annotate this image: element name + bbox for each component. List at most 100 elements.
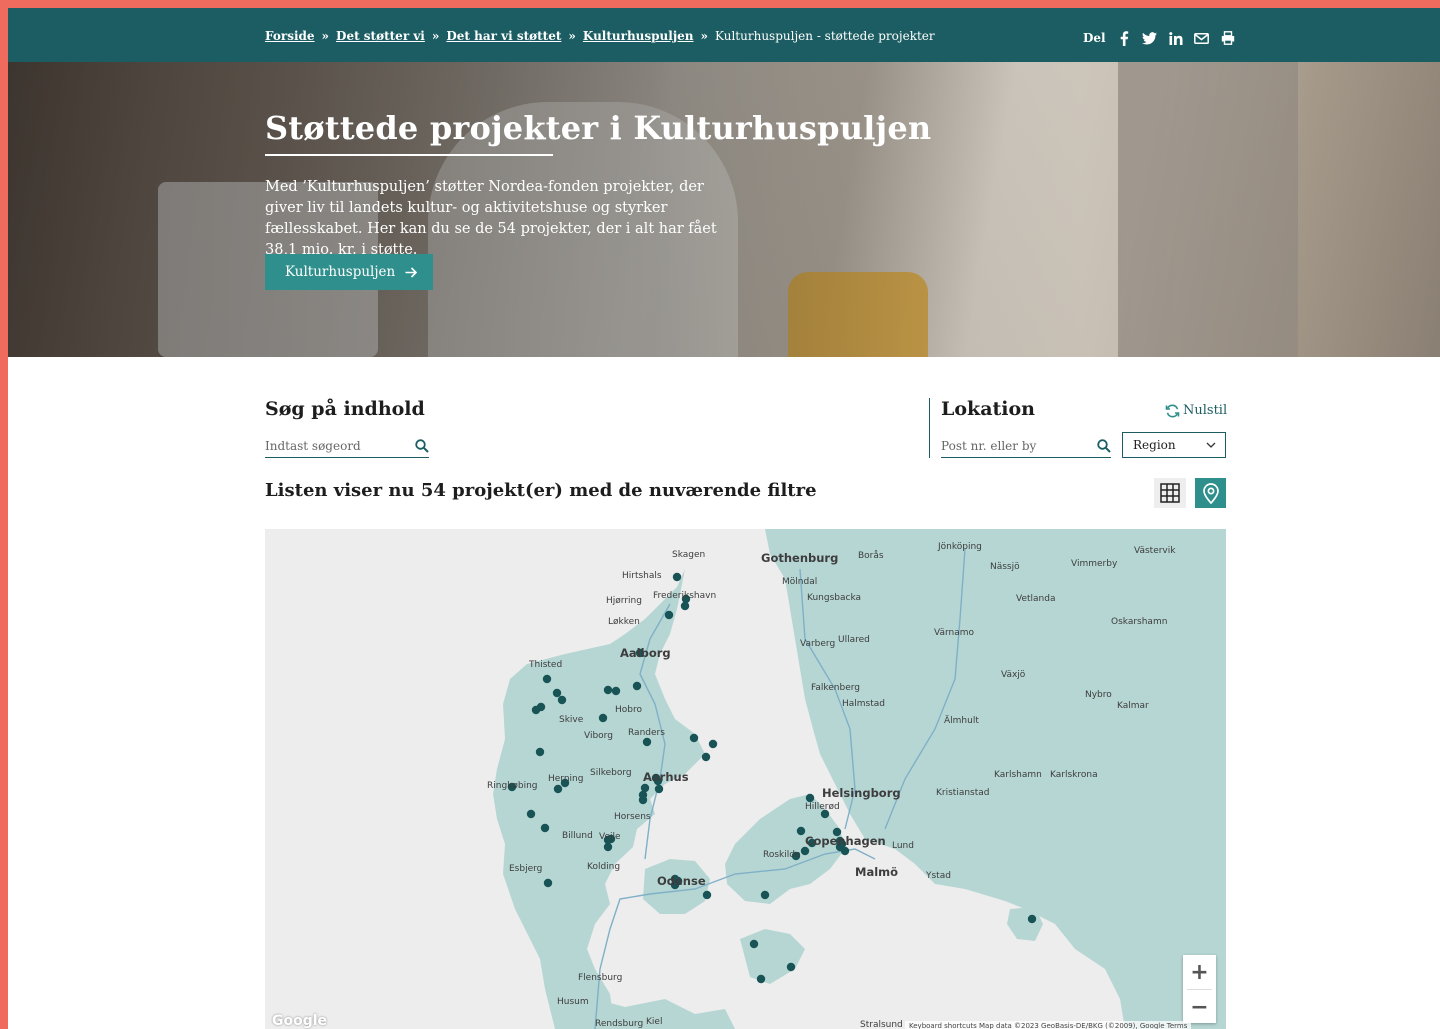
city-label: Esbjerg	[509, 864, 543, 874]
breadcrumb-separator: »	[568, 29, 576, 43]
city-label: Halmstad	[842, 699, 885, 709]
city-label: Aalborg	[620, 646, 671, 660]
title-underline	[265, 154, 553, 156]
grid-icon	[1160, 483, 1180, 503]
city-label: Karlshamn	[994, 770, 1042, 780]
city-label: Stralsund	[860, 1020, 903, 1029]
share-bar: Del	[1083, 30, 1236, 46]
mail-icon[interactable]	[1194, 30, 1210, 46]
breadcrumb: Forside » Det støtter vi » Det har vi st…	[265, 29, 935, 43]
location-input[interactable]	[941, 438, 1071, 453]
chevron-down-icon	[1206, 442, 1216, 448]
city-label: Odense	[657, 874, 706, 888]
city-label: Värnamo	[934, 628, 975, 638]
zoom-in-button[interactable]: +	[1183, 955, 1216, 989]
twitter-icon[interactable]	[1142, 30, 1158, 46]
city-label: Randers	[628, 728, 665, 738]
search-title: Søg på indhold	[265, 398, 425, 420]
region-select-value: Region	[1133, 438, 1176, 452]
city-label: Ullared	[838, 635, 870, 645]
city-label: Frederikshavn	[653, 591, 717, 601]
page: Forside » Det støtter vi » Det har vi st…	[8, 8, 1440, 1029]
filter-divider	[929, 398, 930, 458]
city-label: Vetlanda	[1016, 594, 1056, 604]
refresh-icon	[1165, 404, 1180, 417]
city-label: Jönköping	[938, 542, 982, 552]
city-label: Kiel	[646, 1017, 663, 1027]
city-label: Varberg	[800, 639, 836, 649]
hero-description: Med ’Kulturhuspuljen’ støtter Nordea-fon…	[265, 179, 717, 258]
city-label: Borås	[858, 551, 884, 561]
city-label: Rendsburg	[595, 1019, 644, 1029]
facebook-icon[interactable]	[1116, 30, 1132, 46]
city-label: Husum	[557, 997, 589, 1007]
city-label: Nybro	[1085, 690, 1112, 700]
city-label: Västervik	[1134, 546, 1176, 556]
city-label: Vejle	[599, 832, 621, 842]
search-input[interactable]	[265, 438, 395, 453]
grid-view-button[interactable]	[1154, 478, 1186, 508]
city-label: Ystad	[926, 871, 951, 881]
google-logo: Google	[272, 1013, 328, 1029]
breadcrumb-current: Kulturhuspuljen - støttede projekter	[715, 29, 935, 43]
city-label: Helsingborg	[822, 786, 901, 800]
city-label: Mölndal	[782, 577, 818, 587]
city-label: Kristianstad	[936, 788, 990, 798]
city-label: Thisted	[529, 660, 563, 670]
kulturhuspuljen-button-label: Kulturhuspuljen	[285, 264, 396, 280]
city-label: Ringkøbing	[487, 781, 538, 791]
breadcrumb-separator: »	[321, 29, 330, 43]
print-icon[interactable]	[1220, 30, 1236, 46]
zoom-controls: + −	[1183, 955, 1216, 1023]
city-label: Älmhult	[944, 716, 979, 726]
breadcrumb-separator: »	[700, 29, 709, 43]
city-label: Gothenburg	[761, 551, 839, 565]
city-label: Kalmar	[1117, 701, 1149, 711]
city-label: Roskilde	[763, 850, 801, 860]
city-label: Växjö	[1001, 670, 1026, 680]
city-label: Kolding	[587, 862, 621, 872]
city-label: Nässjö	[990, 562, 1020, 572]
page-title: Støttede projekter i Kulturhuspuljen	[265, 109, 932, 147]
city-label: Hjørring	[606, 596, 642, 606]
breadcrumb-link-det-har-vi-stottet[interactable]: Det har vi støttet	[446, 29, 561, 43]
city-label: Aarhus	[643, 770, 689, 784]
city-label: Karlskrona	[1050, 770, 1098, 780]
map-pin-icon	[1202, 483, 1219, 504]
city-label: Skive	[559, 715, 584, 725]
reset-button[interactable]: Nulstil	[1165, 403, 1227, 418]
search-icon[interactable]	[1097, 438, 1111, 453]
location-field	[941, 434, 1111, 458]
city-label: Billund	[562, 831, 593, 841]
city-label: Oskarshamn	[1111, 617, 1168, 627]
city-label: Kungsbacka	[807, 593, 862, 603]
search-icon[interactable]	[415, 438, 429, 453]
linkedin-icon[interactable]	[1168, 30, 1184, 46]
city-label: Silkeborg	[590, 768, 632, 778]
city-label: Copenhagen	[805, 834, 886, 848]
map-view-button[interactable]	[1195, 478, 1226, 508]
city-label: Viborg	[584, 731, 613, 741]
result-count: Listen viser nu 54 projekt(er) med de nu…	[265, 480, 817, 501]
breadcrumb-link-det-stotter-vi[interactable]: Det støtter vi	[336, 29, 425, 43]
search-field	[265, 434, 429, 458]
city-label: Hirtshals	[622, 571, 662, 581]
breadcrumb-separator: »	[431, 29, 440, 43]
project-map[interactable]: Skagen Hirtshals Frederikshavn Hjørring Løkk…	[265, 529, 1226, 1029]
city-label: Falkenberg	[811, 683, 861, 693]
share-label: Del	[1083, 31, 1106, 45]
zoom-out-button[interactable]: −	[1183, 990, 1216, 1024]
arrow-right-icon	[405, 266, 418, 278]
location-title: Lokation	[941, 398, 1035, 420]
city-label: Hobro	[615, 705, 642, 715]
breadcrumb-link-forside[interactable]: Forside	[265, 29, 315, 43]
region-select[interactable]: Region	[1122, 432, 1226, 458]
map-attribution[interactable]: Keyboard shortcuts Map data ©2023 GeoBas…	[905, 1021, 1192, 1029]
breadcrumb-link-kulturhuspuljen[interactable]: Kulturhuspuljen	[583, 29, 694, 43]
top-bar: Forside » Det støtter vi » Det har vi st…	[8, 8, 1440, 62]
city-label: Hillerød	[805, 802, 840, 812]
city-label: Flensburg	[578, 973, 623, 983]
kulturhuspuljen-button[interactable]: Kulturhuspuljen	[265, 254, 434, 290]
city-label: Løkken	[608, 617, 640, 627]
city-label: Malmö	[855, 865, 899, 879]
